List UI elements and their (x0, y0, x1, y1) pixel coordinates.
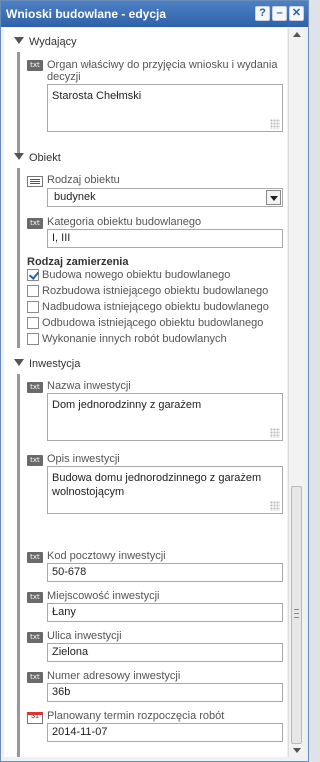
help-button[interactable]: ? (255, 6, 270, 21)
text-field-icon: txt (27, 552, 43, 563)
numer-adresowy-label: Numer adresowy inwestycji (47, 670, 181, 682)
text-field-icon: txt (27, 218, 43, 229)
section-wydajacy-header[interactable]: Wydający (14, 36, 77, 48)
dropdown-arrow-icon[interactable] (266, 190, 281, 205)
numer-adresowy-input[interactable]: 36b (47, 683, 283, 702)
kod-pocztowy-label: Kod pocztowy inwestycji (47, 550, 166, 562)
checkbox-unchecked[interactable] (27, 332, 39, 345)
rodzaj-obiektu-select[interactable]: budynek (47, 188, 283, 207)
termin-input[interactable]: 2014-11-07 (47, 723, 283, 742)
checkbox-budowa[interactable]: Budowa nowego obiektu budowlanego (27, 268, 230, 281)
ulica-input[interactable]: Zielona (47, 643, 283, 662)
section-obiekt-header[interactable]: Obiekt (14, 152, 61, 164)
form-content: Wydający txt Organ właściwy do przyjęcia… (4, 28, 287, 757)
checkbox-nadbudowa[interactable]: Nadbudowa istniejącego obiektu budowlane… (27, 300, 269, 313)
rodzaj-zamierzenia-title: Rodzaj zamierzenia (27, 256, 129, 268)
text-field-icon: txt (27, 632, 43, 643)
checkbox-unchecked[interactable] (27, 284, 39, 297)
termin-label: Planowany termin rozpoczęcia robót (47, 710, 225, 722)
checkbox-unchecked[interactable] (27, 316, 39, 329)
nazwa-value: Dom jednorodzinny z garażem (52, 399, 202, 411)
scroll-up-icon[interactable] (293, 32, 301, 37)
nazwa-label: Nazwa inwestycji (47, 380, 131, 392)
opis-label: Opis inwestycji (47, 453, 120, 465)
checkbox-odbudowa[interactable]: Odbudowa istniejącego obiektu budowlaneg… (27, 316, 263, 329)
organ-textarea[interactable]: Starosta Chełmski (47, 84, 283, 132)
miejscowosc-label: Miejscowość inwestycji (47, 590, 160, 602)
scrollbar-thumb[interactable] (291, 486, 302, 744)
list-field-icon (27, 176, 43, 187)
checkbox-rozbudowa[interactable]: Rozbudowa istniejącego obiektu budowlane… (27, 284, 268, 297)
opis-value: Budowa domu jednorodzinnego z garażem wo… (52, 472, 262, 498)
edit-window: Wnioski budowlane - edycja ? – ✕ Wydając… (0, 0, 309, 762)
text-field-icon: txt (27, 592, 43, 603)
resize-grip-icon[interactable] (270, 428, 280, 438)
text-field-icon: txt (27, 382, 43, 393)
title-bar[interactable]: Wnioski budowlane - edycja ? – ✕ (1, 1, 308, 27)
collapse-caret-icon (14, 359, 24, 366)
rodzaj-obiektu-value: budynek (54, 191, 96, 203)
rodzaj-obiektu-label: Rodzaj obiektu (47, 174, 120, 186)
text-field-icon: txt (27, 60, 43, 71)
checkbox-checked[interactable] (27, 268, 39, 281)
ulica-label: Ulica inwestycji (47, 630, 122, 642)
section-inwestycja-header[interactable]: Inwestycja (14, 358, 80, 370)
collapse-caret-icon (14, 37, 24, 44)
organ-label: Organ właściwy do przyjęcia wniosku i wy… (47, 59, 278, 83)
close-button[interactable]: ✕ (289, 6, 304, 21)
scroll-down-icon[interactable] (293, 748, 301, 753)
text-field-icon: txt (27, 455, 43, 466)
calendar-icon: 31 (27, 712, 43, 724)
nazwa-textarea[interactable]: Dom jednorodzinny z garażem (47, 393, 283, 441)
checkbox-unchecked[interactable] (27, 300, 39, 313)
section-divider (17, 52, 20, 156)
resize-grip-icon[interactable] (270, 501, 280, 511)
vertical-scrollbar[interactable] (288, 28, 304, 757)
collapse-caret-icon (14, 153, 24, 160)
opis-textarea[interactable]: Budowa domu jednorodzinnego z garażem wo… (47, 466, 283, 514)
window-title: Wnioski budowlane - edycja (6, 7, 167, 21)
organ-value: Starosta Chełmski (52, 90, 142, 102)
grip-icon (294, 609, 299, 618)
kategoria-label: Kategoria obiektu budowlanego (47, 216, 202, 228)
kategoria-input[interactable]: I, III (47, 229, 283, 248)
checkbox-inne-roboty[interactable]: Wykonanie innych robót budowlanych (27, 332, 227, 345)
section-divider (17, 374, 20, 757)
kod-pocztowy-input[interactable]: 50-678 (47, 563, 283, 582)
resize-grip-icon[interactable] (270, 119, 280, 129)
text-field-icon: txt (27, 672, 43, 683)
miejscowosc-input[interactable]: Łany (47, 603, 283, 622)
section-divider (17, 168, 20, 348)
minimize-button[interactable]: – (272, 6, 287, 21)
